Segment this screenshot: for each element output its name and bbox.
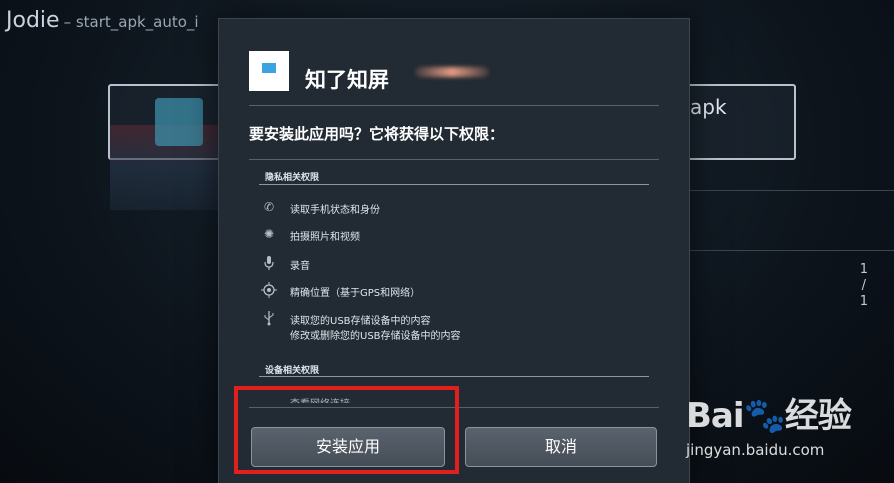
permission-text: 录音 (290, 261, 310, 272)
store-icon (155, 98, 203, 146)
header-divider (249, 105, 659, 106)
permission-item: 精确位置（基于GPS和网络） (261, 282, 651, 302)
permission-text: 精确位置（基于GPS和网络） (290, 288, 421, 299)
background-divider (690, 190, 894, 191)
permission-text: 读取手机状态和身份 (290, 205, 380, 216)
camera-icon: ✺ (263, 227, 275, 241)
mail-icon (262, 63, 276, 73)
phone-icon: ✆ (263, 200, 275, 214)
permission-item: ✆ 读取手机状态和身份 (261, 199, 651, 219)
background-title-text: Jodie (6, 8, 60, 33)
permission-item: ✺ 拍摄照片和视频 (261, 226, 651, 246)
background-subtitle: – start_apk_auto_i (63, 13, 199, 31)
redacted-text (415, 67, 489, 77)
page-total: 1 (859, 294, 868, 309)
app-name: 知了知屏 (305, 68, 389, 92)
screen: Jodie – start_apk_auto_i apk 1 / 1 知了知屏 要… (0, 0, 894, 483)
paw-icon: 🐾 (743, 396, 786, 436)
background-title: Jodie – start_apk_auto_i (6, 8, 199, 33)
section-title-device: 设备相关权限 (265, 366, 320, 376)
app-icon (249, 51, 289, 91)
permission-text-secondary: 修改或删除您的USB存储设备中的内容 (290, 331, 461, 342)
permission-text: 拍摄照片和视频 (290, 232, 360, 243)
page-current: 1 (859, 262, 868, 277)
section-divider (259, 184, 649, 185)
install-question: 要安装此应用吗？它将获得以下权限： (249, 125, 505, 143)
permission-item: 读取您的USB存储设备中的内容 修改或删除您的USB存储设备中的内容 (261, 310, 651, 344)
section-divider (259, 376, 649, 377)
permission-item: 录音 (261, 255, 651, 275)
usb-icon (261, 310, 277, 326)
highlight-box (234, 386, 459, 474)
microphone-icon (261, 255, 277, 271)
baidu-logo-suffix: 经验 (784, 396, 852, 436)
page-separator: / (861, 278, 867, 293)
location-icon (261, 282, 277, 298)
baidu-watermark: Bai🐾经验 jingyan.baidu.com (686, 388, 852, 459)
cancel-button[interactable]: 取消 (465, 427, 657, 467)
baidu-logo: Bai🐾经验 (686, 388, 852, 437)
permission-text: 读取您的USB存储设备中的内容 (290, 316, 431, 327)
background-card-label: apk (690, 95, 727, 119)
page-indicator: 1 / 1 (860, 262, 868, 310)
question-divider (249, 159, 659, 160)
section-title-privacy: 隐私相关权限 (265, 173, 320, 183)
watermark-url: jingyan.baidu.com (686, 441, 825, 459)
background-divider (690, 250, 894, 251)
baidu-logo-text: Bai (686, 396, 745, 436)
